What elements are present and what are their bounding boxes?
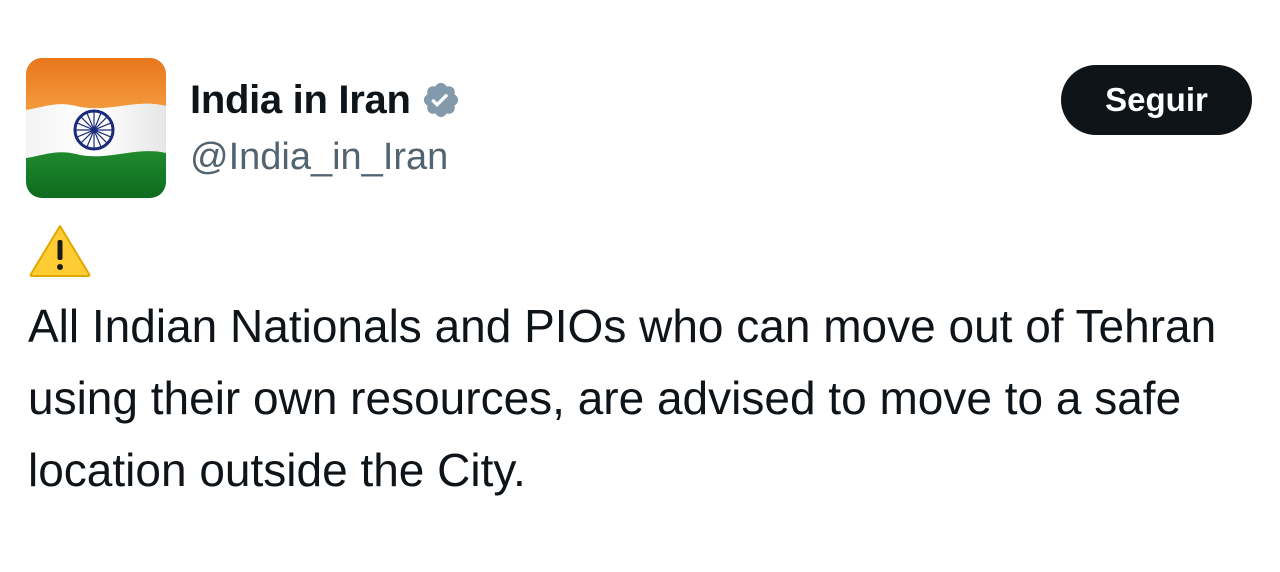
display-name-row: India in Iran [190,76,461,124]
tweet-card: India in Iran @India_in_Iran Seguir All … [0,0,1280,572]
tweet-text: All Indian Nationals and PIOs who can mo… [28,300,1217,496]
indian-flag-icon [26,58,166,198]
handle[interactable]: @India_in_Iran [190,136,461,179]
display-name[interactable]: India in Iran [190,78,411,123]
avatar[interactable] [26,58,166,198]
author-info: India in Iran @India_in_Iran [190,76,461,179]
warning-icon [28,222,92,278]
verified-badge-icon [421,80,461,120]
follow-button[interactable]: Seguir [1061,65,1252,135]
